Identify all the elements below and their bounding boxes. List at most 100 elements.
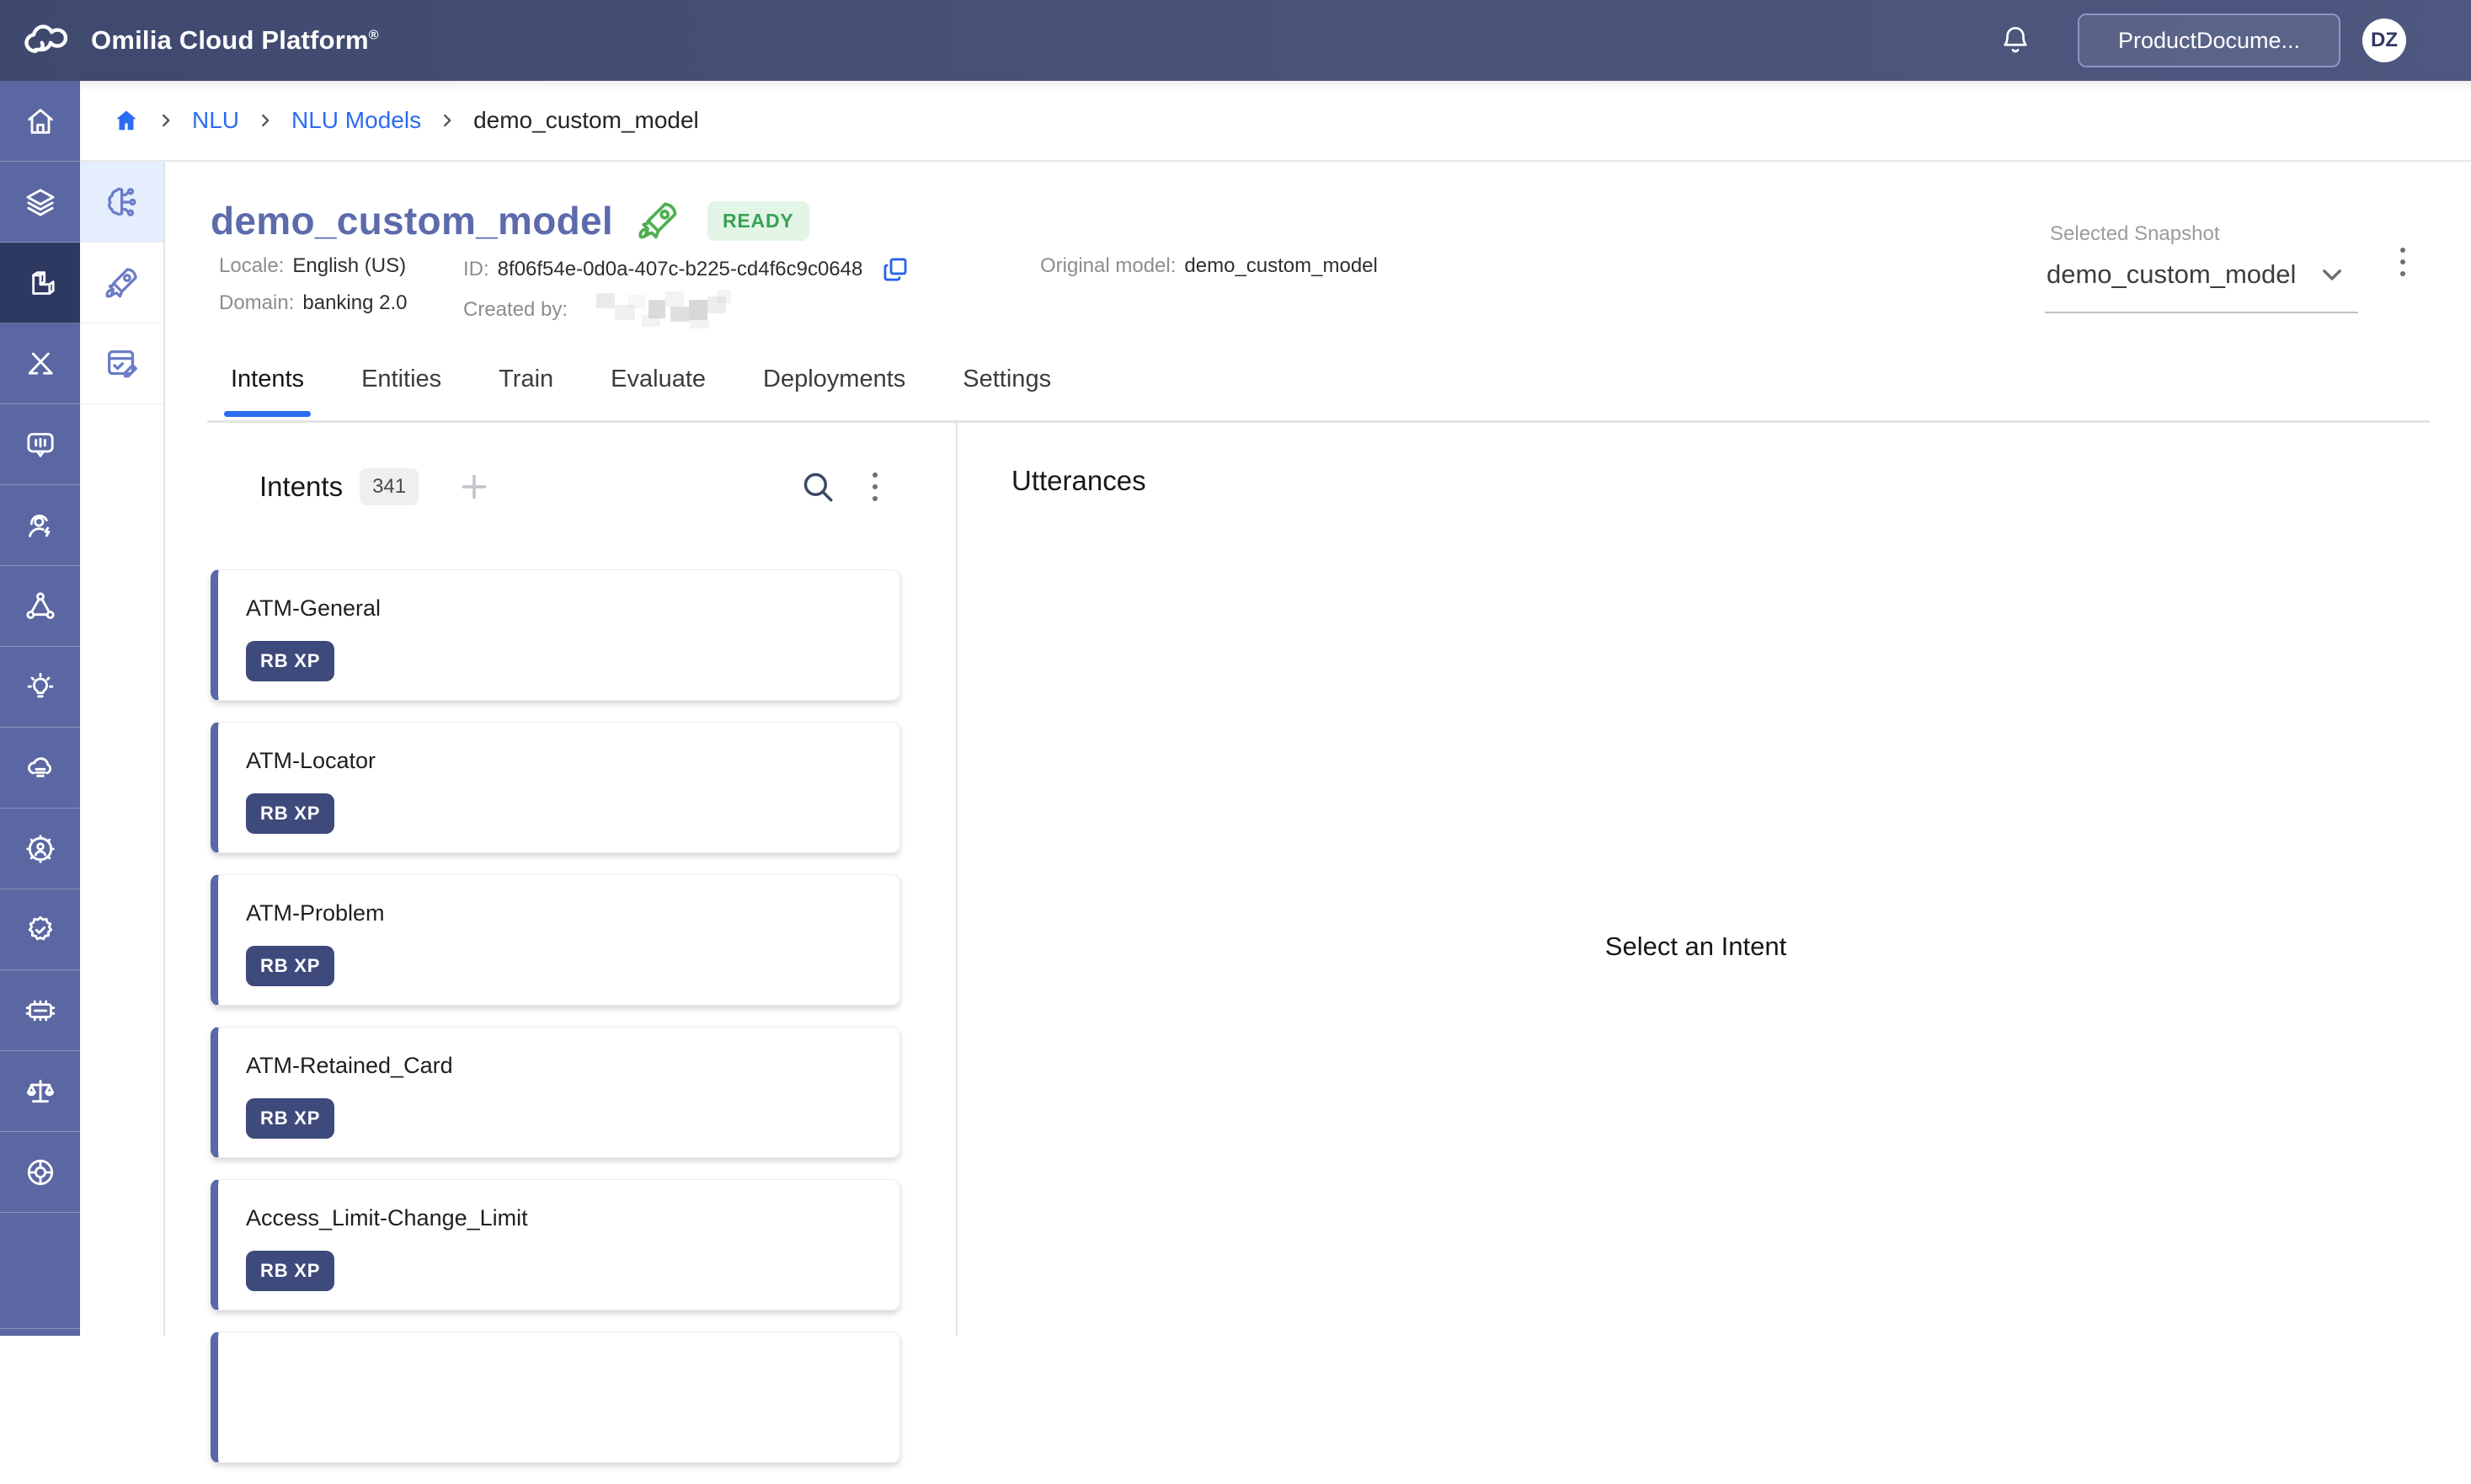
utterances-panel: Utterances Select an Intent xyxy=(958,423,2471,1336)
intent-name: ATM-Retained_Card xyxy=(246,1053,453,1079)
intent-card[interactable]: ATM-Retained_Card RB XP xyxy=(211,1027,900,1158)
tab-evaluate[interactable]: Evaluate xyxy=(611,352,706,417)
intents-panel-title: Intents xyxy=(259,471,343,503)
sidebar-item-set-square[interactable] xyxy=(0,323,80,404)
intents-count-badge: 341 xyxy=(360,468,419,505)
status-badge: READY xyxy=(707,201,809,241)
layers-icon xyxy=(24,185,57,219)
meta-original-model: Original model:demo_custom_model xyxy=(1040,254,1378,278)
intent-tags-badge: RB XP xyxy=(246,946,334,986)
intent-card[interactable]: ATM-General RB XP xyxy=(211,569,900,701)
user-avatar[interactable]: DZ xyxy=(2362,19,2406,62)
brain-circuit-icon xyxy=(103,183,141,222)
rocket-icon xyxy=(635,197,682,244)
sidebar-item-agent-headset[interactable] xyxy=(0,485,80,566)
registered-mark: ® xyxy=(369,29,379,43)
network-nodes-icon xyxy=(24,590,57,623)
utterances-panel-title: Utterances xyxy=(1011,465,1146,497)
tab-settings[interactable]: Settings xyxy=(963,352,1051,417)
sidebar-item-network-nodes[interactable] xyxy=(0,566,80,647)
agent-headset-icon xyxy=(24,509,57,542)
main-content: demo_custom_model READY Locale:English (… xyxy=(165,162,2471,1336)
redacted-user-name xyxy=(590,288,739,332)
meta-created-by: Created by: xyxy=(463,288,739,332)
intent-card[interactable]: ATM-Locator RB XP xyxy=(211,722,900,853)
chevron-right-icon xyxy=(157,111,175,130)
rocket-icon xyxy=(103,264,141,302)
tab-intents[interactable]: Intents xyxy=(231,352,304,417)
sidebar-item-scales[interactable] xyxy=(0,1051,80,1132)
tab-deployments[interactable]: Deployments xyxy=(763,352,905,417)
organization-button[interactable]: ProductDocume... xyxy=(2078,13,2340,67)
sidebar-filler xyxy=(0,1213,80,1329)
breadcrumb-link-nlu-models[interactable]: NLU Models xyxy=(291,107,421,134)
secondary-sidebar xyxy=(80,162,165,1336)
intent-tags-badge: RB XP xyxy=(246,793,334,834)
life-ring-icon xyxy=(24,1156,57,1189)
tabs-bar: Intents Entities Train Evaluate Deployme… xyxy=(165,358,2471,423)
intent-name: ATM-Problem xyxy=(246,900,385,926)
intent-card[interactable]: ATM-Problem RB XP xyxy=(211,874,900,1006)
lightbulb-icon xyxy=(24,670,57,704)
home-icon xyxy=(24,104,57,138)
intent-name: ATM-Locator xyxy=(246,748,376,774)
intent-tags-badge: RB XP xyxy=(246,1251,334,1291)
intent-name: Access_Limit-Change_Limit xyxy=(246,1205,528,1231)
breadcrumb-current: demo_custom_model xyxy=(473,107,699,134)
chip-icon xyxy=(24,994,57,1028)
model-actions-kebab-icon[interactable] xyxy=(2395,243,2410,281)
page-title: demo_custom_model xyxy=(211,198,613,243)
intent-tags-badge: RB XP xyxy=(246,1098,334,1139)
sidebar-item-nlu-module[interactable] xyxy=(0,243,80,323)
meta-locale: Locale:English (US) xyxy=(219,254,406,278)
snapshot-label: Selected Snapshot xyxy=(2050,222,2219,246)
chevron-down-icon xyxy=(2318,260,2346,289)
breadcrumb-home-icon[interactable] xyxy=(113,108,140,133)
sidebar-item-gear-user[interactable] xyxy=(0,809,80,889)
intents-list-kebab-icon[interactable] xyxy=(867,467,883,506)
cloud-service-icon xyxy=(24,751,57,785)
breadcrumb-link-nlu[interactable]: NLU xyxy=(192,107,239,134)
intents-panel: Intents 341 ATM-General RB XP ATM-Locato… xyxy=(165,423,958,1336)
utterances-empty-state: Select an Intent xyxy=(958,932,2434,962)
intent-card[interactable]: Access_Limit-Change_Limit RB XP xyxy=(211,1179,900,1311)
sidebar-item-lightbulb[interactable] xyxy=(0,647,80,728)
badge-check-icon xyxy=(24,913,57,947)
search-icon[interactable] xyxy=(800,469,835,504)
intent-tags-badge: RB XP xyxy=(246,641,334,681)
notifications-bell-icon[interactable] xyxy=(2000,24,2031,57)
subsidebar-item-rocket[interactable] xyxy=(80,243,163,323)
subsidebar-item-form-edit[interactable] xyxy=(80,323,163,404)
form-edit-icon xyxy=(103,344,141,383)
primary-sidebar xyxy=(0,81,80,1336)
meta-id: ID:8f06f54e-0d0a-407c-b225-cd4f6c9c0648 xyxy=(463,254,910,285)
brand-title: Omilia Cloud Platform® xyxy=(91,25,379,56)
meta-domain: Domain:banking 2.0 xyxy=(219,291,407,315)
copy-icon[interactable] xyxy=(881,254,910,285)
top-bar: Omilia Cloud Platform® ProductDocume... … xyxy=(0,0,2471,81)
voice-analytics-icon xyxy=(24,428,57,462)
chevron-right-icon xyxy=(256,111,275,130)
scales-icon xyxy=(24,1075,57,1108)
tab-train[interactable]: Train xyxy=(499,352,553,417)
gear-user-icon xyxy=(24,832,57,866)
sidebar-item-layers[interactable] xyxy=(0,162,80,243)
tab-entities[interactable]: Entities xyxy=(361,352,441,417)
nlu-module-icon xyxy=(24,266,57,300)
subsidebar-item-brain-circuit[interactable] xyxy=(80,162,163,243)
intent-card-partial[interactable] xyxy=(211,1332,900,1463)
set-square-icon xyxy=(24,347,57,381)
intent-name: ATM-General xyxy=(246,595,381,622)
omilia-cloud-logo-icon xyxy=(22,22,74,59)
sidebar-item-voice-analytics[interactable] xyxy=(0,404,80,485)
sidebar-item-home[interactable] xyxy=(0,81,80,162)
breadcrumb: NLU NLU Models demo_custom_model xyxy=(80,81,2471,162)
add-intent-icon[interactable] xyxy=(457,470,491,504)
snapshot-select[interactable]: Selected Snapshot demo_custom_model xyxy=(2045,222,2358,313)
sidebar-item-cloud-service[interactable] xyxy=(0,728,80,809)
sidebar-item-badge-check[interactable] xyxy=(0,889,80,970)
sidebar-item-life-ring[interactable] xyxy=(0,1132,80,1213)
snapshot-value: demo_custom_model xyxy=(2047,259,2296,290)
chevron-right-icon xyxy=(438,111,456,130)
sidebar-item-chip[interactable] xyxy=(0,970,80,1051)
